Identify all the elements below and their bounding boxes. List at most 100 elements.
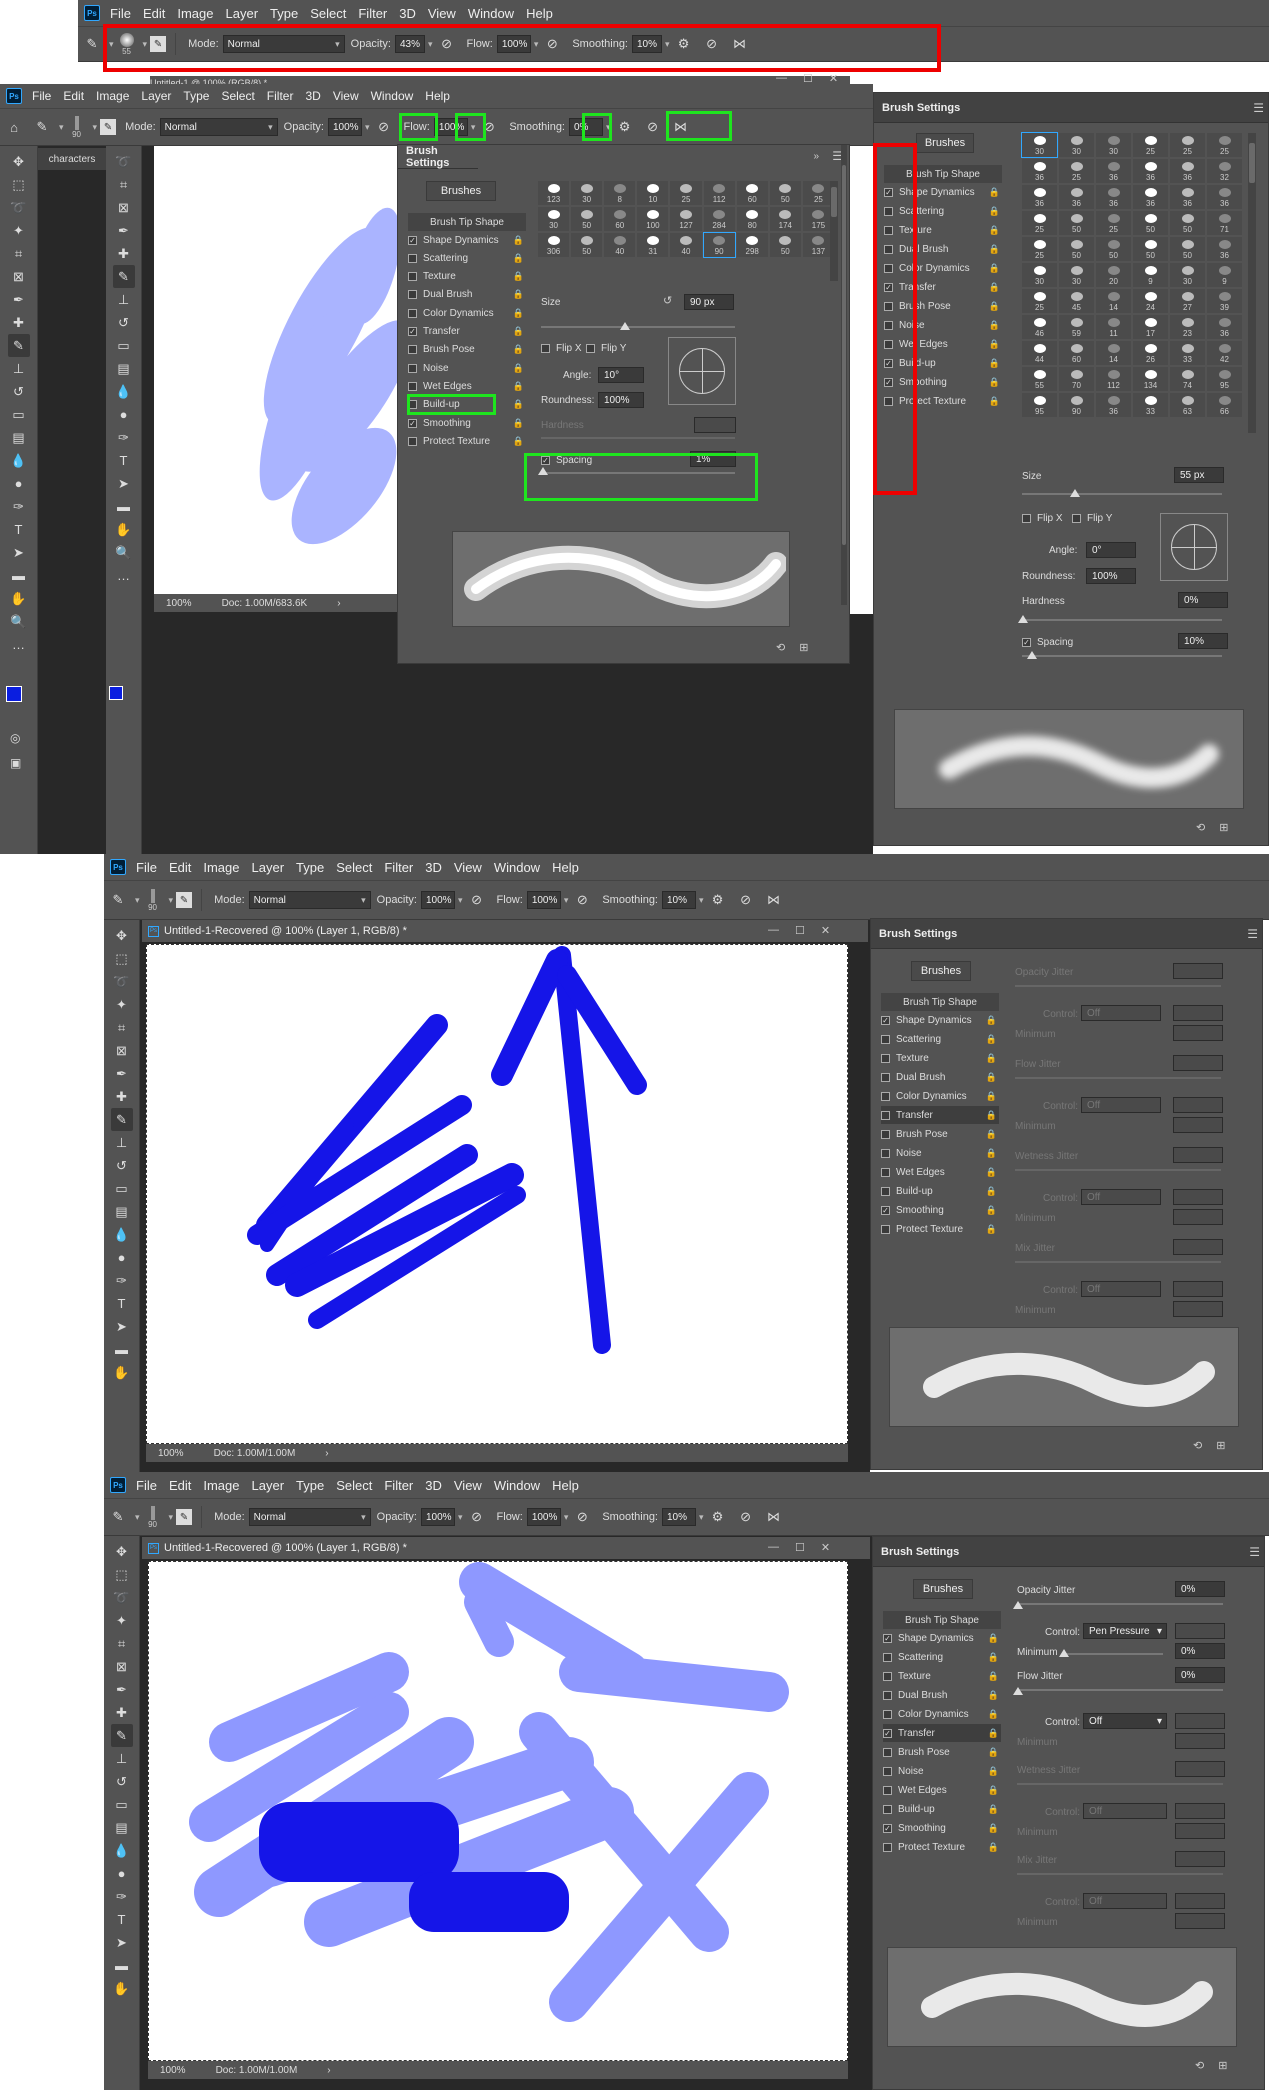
s2-option-shape-dynamics[interactable]: ✓ Shape Dynamics 🔒 xyxy=(408,231,526,249)
new-brush-icon-4[interactable]: ⊞ xyxy=(1218,2059,1227,2072)
s1-brush-preset[interactable]: 25 xyxy=(1022,237,1057,261)
pressure-opacity-icon-4[interactable]: ⊘ xyxy=(466,1506,488,1528)
s1-brush-preset[interactable]: 36 xyxy=(1133,159,1168,183)
blur-tool-icon[interactable]: 💧 xyxy=(8,449,30,472)
history-brush-icon-3[interactable]: ↺ xyxy=(111,1154,133,1177)
s1-brush-preset[interactable]: 36 xyxy=(1207,185,1242,209)
s1-brush-preset[interactable]: 36 xyxy=(1133,185,1168,209)
eyedropper-tool-icon-3[interactable]: ✒ xyxy=(111,1062,133,1085)
s3-checkbox-3[interactable] xyxy=(881,1072,890,1082)
menu-select[interactable]: Select xyxy=(310,6,346,21)
frame-tool-icon-3[interactable]: ⊠ xyxy=(111,1039,133,1062)
menu-file[interactable]: File xyxy=(110,6,131,21)
brushes-button-1[interactable]: Brushes xyxy=(916,133,974,153)
flip-y-checkbox-1[interactable] xyxy=(1072,513,1081,523)
brush-settings-toggle-icon-3[interactable]: ✎ xyxy=(176,892,193,908)
s4-checkbox-0[interactable]: ✓ xyxy=(883,1633,892,1643)
s2-checkbox-3[interactable] xyxy=(408,290,417,300)
menu-window-2[interactable]: Window xyxy=(371,89,414,103)
s2-lock-icon-1[interactable]: 🔒 xyxy=(513,253,524,264)
spacing-checkbox-1[interactable]: ✓ xyxy=(1022,637,1031,647)
s4-checkbox-5[interactable]: ✓ xyxy=(883,1728,892,1738)
s3-lock-icon-9[interactable]: 🔒 xyxy=(986,1186,997,1197)
presets-scrollbar-1[interactable] xyxy=(1248,133,1256,433)
new-brush-icon-3[interactable]: ⊞ xyxy=(1216,1439,1225,1452)
s4-lock-icon-5[interactable]: 🔒 xyxy=(988,1728,999,1739)
lasso-tool-icon-4[interactable]: ➰ xyxy=(111,1586,133,1609)
menu-3d-2[interactable]: 3D xyxy=(305,89,320,103)
s3-lock-icon-4[interactable]: 🔒 xyxy=(986,1091,997,1102)
pressure-opacity-icon-3[interactable]: ⊘ xyxy=(466,889,488,911)
create-new-preset-icon-1[interactable]: ⟲ xyxy=(1196,821,1205,834)
gradient-tool-icon-3[interactable]: ▤ xyxy=(111,1200,133,1223)
menu-view[interactable]: View xyxy=(428,6,456,21)
s3-checkbox-6[interactable] xyxy=(881,1129,890,1139)
s1-brush-preset[interactable]: 20 xyxy=(1096,263,1131,287)
s2-brush-preset[interactable]: 30 xyxy=(538,207,570,231)
s4-option-wet-edges[interactable]: Wet Edges 🔒 xyxy=(883,1781,1001,1799)
gear-icon-2[interactable]: ⚙ xyxy=(614,116,636,138)
s3-lock-icon-2[interactable]: 🔒 xyxy=(986,1053,997,1064)
s4-option-scattering[interactable]: Scattering 🔒 xyxy=(883,1648,1001,1666)
smoothing-dropdown-icon-3[interactable]: ▾ xyxy=(699,895,704,906)
s3-lock-icon-0[interactable]: 🔒 xyxy=(986,1015,997,1026)
presets-scroll-thumb-1[interactable] xyxy=(1249,143,1255,183)
opacity-dropdown-icon-4[interactable]: ▾ xyxy=(458,1512,463,1523)
s3-lock-icon-3[interactable]: 🔒 xyxy=(986,1072,997,1083)
menu-select-3[interactable]: Select xyxy=(336,860,372,875)
s1-brush-preset[interactable]: 134 xyxy=(1133,367,1168,391)
s3-option-noise[interactable]: Noise 🔒 xyxy=(881,1144,999,1162)
size-field-1[interactable]: 55 px xyxy=(1174,467,1224,483)
path-select-icon-4[interactable]: ➤ xyxy=(111,1931,133,1954)
s1-brush-preset[interactable]: 42 xyxy=(1207,341,1242,365)
smoothing-field-3[interactable]: 10% xyxy=(662,891,696,909)
panel-menu-icon-4[interactable]: ☰ xyxy=(1249,1545,1260,1559)
flip-x-checkbox-1[interactable] xyxy=(1022,513,1031,523)
stamp-tool-icon-2b[interactable]: ⊥ xyxy=(113,288,135,311)
eraser-tool-icon-4[interactable]: ▭ xyxy=(111,1793,133,1816)
s1-brush-preset[interactable]: 30 xyxy=(1096,133,1131,157)
s1-brush-preset[interactable]: 112 xyxy=(1096,367,1131,391)
s4-option-texture[interactable]: Texture 🔒 xyxy=(883,1667,1001,1685)
s1-lock-icon-3[interactable]: 🔒 xyxy=(989,244,1000,255)
s2-option-brush-pose[interactable]: Brush Pose 🔒 xyxy=(408,341,526,359)
healing-tool-icon-4[interactable]: ✚ xyxy=(111,1701,133,1724)
panel-scroll-thumb-2[interactable] xyxy=(842,165,846,545)
opacity-dropdown-icon-3[interactable]: ▾ xyxy=(458,895,463,906)
menu-help-2[interactable]: Help xyxy=(425,89,450,103)
s4-lock-icon-7[interactable]: 🔒 xyxy=(988,1766,999,1777)
s3-option-smoothing[interactable]: ✓ Smoothing 🔒 xyxy=(881,1201,999,1219)
s1-lock-icon-5[interactable]: 🔒 xyxy=(989,282,1000,293)
s1-brush-preset[interactable]: 95 xyxy=(1022,393,1057,417)
s3-option-texture[interactable]: Texture 🔒 xyxy=(881,1049,999,1067)
s2-brush-preset[interactable]: 60 xyxy=(604,207,636,231)
size-field-2[interactable]: 90 px xyxy=(684,294,734,310)
s2-brush-preset[interactable]: 127 xyxy=(670,207,702,231)
s2-brush-preset[interactable]: 306 xyxy=(538,233,570,257)
shape-tool-icon-3[interactable]: ▬ xyxy=(111,1338,133,1361)
opacity-field-2[interactable]: 100% xyxy=(328,118,362,136)
s3-checkbox-9[interactable] xyxy=(881,1186,890,1196)
dodge-tool-icon-2b[interactable]: ● xyxy=(113,403,135,426)
s2-brush-preset[interactable]: 112 xyxy=(703,181,735,205)
brush-tool-icon-4[interactable]: ✎ xyxy=(107,1506,129,1528)
s4-checkbox-6[interactable] xyxy=(883,1747,892,1757)
smoothing-dropdown-icon-4[interactable]: ▾ xyxy=(699,1512,704,1523)
move-tool-icon-3[interactable]: ✥ xyxy=(111,924,133,947)
s2-lock-icon-2[interactable]: 🔒 xyxy=(513,271,524,282)
marquee-tool-icon-3[interactable]: ⬚ xyxy=(111,947,133,970)
menu-file-2[interactable]: File xyxy=(32,89,51,103)
s1-brush-preset[interactable]: 45 xyxy=(1059,289,1094,313)
s1-brush-preset[interactable]: 36 xyxy=(1170,159,1205,183)
s1-brush-preset[interactable]: 70 xyxy=(1059,367,1094,391)
brush-tip-shape-2[interactable]: Brush Tip Shape xyxy=(408,213,526,231)
more-tools-icon[interactable]: … xyxy=(8,633,30,656)
s1-brush-preset[interactable]: 25 xyxy=(1022,289,1057,313)
menu-edit-2[interactable]: Edit xyxy=(63,89,84,103)
s4-option-protect-texture[interactable]: Protect Texture 🔒 xyxy=(883,1838,1001,1856)
s1-brush-preset[interactable]: 23 xyxy=(1170,315,1205,339)
s1-brush-preset[interactable]: 95 xyxy=(1207,367,1242,391)
s1-lock-icon-1[interactable]: 🔒 xyxy=(989,206,1000,217)
menu-window[interactable]: Window xyxy=(468,6,514,21)
crop-tool-icon-4[interactable]: ⌗ xyxy=(111,1632,133,1655)
